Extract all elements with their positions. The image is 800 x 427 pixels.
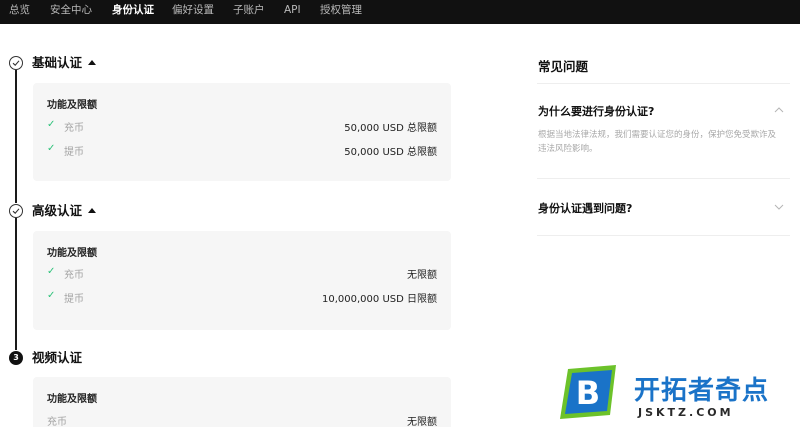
check-icon: ✓: [47, 143, 56, 154]
caret-up-icon: [88, 208, 97, 213]
row-value: 50,000 USD 总限额: [344, 123, 437, 134]
watermark: B 开拓者奇点 JSKTZ.COM: [558, 365, 798, 425]
row-label: 提币: [64, 147, 84, 158]
section-title: 高级认证: [32, 203, 83, 218]
row-label: 充币: [64, 123, 84, 134]
limits-card-advanced: 功能及限额 ✓ 充币 无限额 ✓ 提币 10,000,000 USD 日限额: [33, 231, 451, 330]
faq-question[interactable]: 为什么要进行身份认证?: [538, 103, 654, 119]
check-icon: ✓: [47, 266, 56, 277]
row-label: 充币: [47, 417, 67, 427]
nav-item-identity-verification[interactable]: 身份认证: [112, 0, 154, 24]
limits-card-video: 功能及限额 充币 无限额: [33, 377, 451, 427]
nav-item-preferences[interactable]: 偏好设置: [172, 0, 214, 24]
nav-item-security-center[interactable]: 安全中心: [50, 0, 92, 24]
row-value: 无限额: [407, 270, 437, 281]
card-heading: 功能及限额: [47, 248, 97, 259]
watermark-site: JSKTZ.COM: [638, 406, 734, 419]
section-title: 基础认证: [32, 55, 83, 70]
chevron-down-icon[interactable]: [774, 202, 784, 212]
row-value: 50,000 USD 总限额: [344, 147, 437, 158]
nav-item-overview[interactable]: 总览: [9, 0, 30, 24]
row-value: 10,000,000 USD 日限额: [322, 294, 437, 305]
check-icon: ✓: [47, 119, 56, 130]
step-number-badge: 3: [9, 351, 23, 365]
step-completed-icon: [9, 204, 23, 218]
faq-item[interactable]: 为什么要进行身份认证? 根据当地法律法规，我们需要认证您的身份，保护您免受欺诈及…: [537, 83, 790, 179]
watermark-logo-letter: B: [576, 374, 600, 412]
nav-item-authorization[interactable]: 授权管理: [320, 0, 362, 24]
section-title: 视频认证: [32, 350, 83, 365]
chevron-up-icon[interactable]: [774, 105, 784, 115]
timeline-line: [15, 70, 17, 203]
timeline-line: [15, 218, 17, 350]
row-label: 提币: [64, 294, 84, 305]
top-nav: 总览 安全中心 身份认证 偏好设置 子账户 API 授权管理: [0, 0, 800, 24]
check-icon: ✓: [47, 290, 56, 301]
faq-title: 常见问题: [538, 59, 589, 74]
nav-item-sub-accounts[interactable]: 子账户: [233, 0, 265, 24]
row-value: 无限额: [407, 417, 437, 427]
section-basic-verification[interactable]: 基础认证: [32, 54, 97, 72]
card-heading: 功能及限额: [47, 100, 97, 111]
faq-item[interactable]: 身份认证遇到问题?: [537, 179, 790, 236]
row-label: 充币: [64, 270, 84, 281]
card-heading: 功能及限额: [47, 394, 97, 405]
watermark-name: 开拓者奇点: [634, 376, 770, 406]
limits-card-basic: 功能及限额 ✓ 充币 50,000 USD 总限额 ✓ 提币 50,000 US…: [33, 83, 451, 181]
section-advanced-verification[interactable]: 高级认证: [32, 202, 97, 220]
caret-up-icon: [88, 60, 97, 65]
faq-answer: 根据当地法律法规，我们需要认证您的身份，保护您免受欺诈及违法风险影响。: [538, 130, 777, 154]
faq-question[interactable]: 身份认证遇到问题?: [538, 200, 632, 216]
nav-item-api[interactable]: API: [284, 0, 301, 24]
section-video-verification[interactable]: 视频认证: [32, 349, 82, 367]
watermark-logo-icon: B: [560, 365, 616, 419]
step-completed-icon: [9, 56, 23, 70]
